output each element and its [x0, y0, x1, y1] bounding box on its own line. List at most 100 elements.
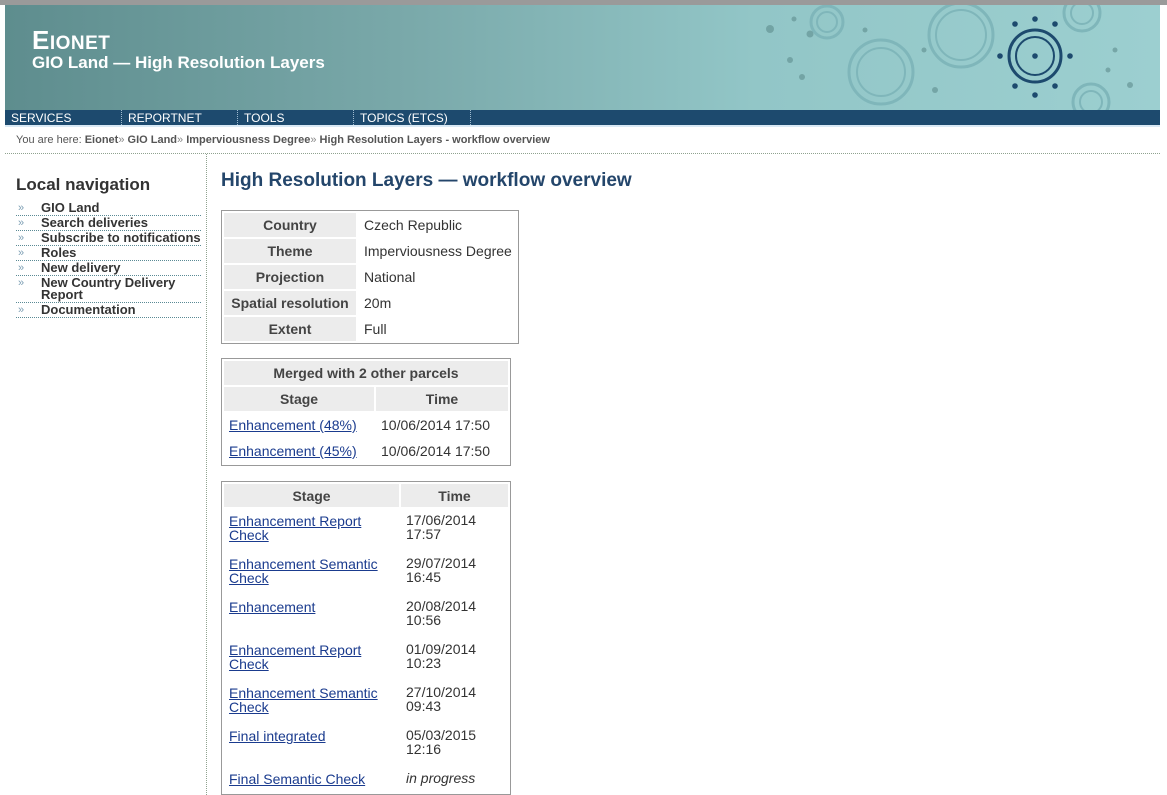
stage-time: 29/07/2014 16:45 — [401, 552, 508, 593]
local-nav-item[interactable]: » Roles — [16, 246, 201, 261]
table-row: Extent Full — [224, 317, 516, 341]
table-row: Country Czech Republic — [224, 213, 516, 237]
site-header: EIONET GIO Land — High Resolution Layers — [5, 5, 1160, 110]
local-nav-gio-land[interactable]: GIO Land — [41, 200, 100, 215]
breadcrumb-separator: » — [310, 134, 317, 146]
breadcrumb-separator: » — [118, 134, 125, 146]
stage-time: 05/03/2015 12:16 — [401, 724, 508, 765]
stage-link[interactable]: Enhancement (45%) — [229, 443, 357, 459]
stage-clock: 10:23 — [406, 655, 442, 671]
local-nav-new-country-report[interactable]: New Country Delivery Report — [41, 275, 175, 302]
table-row: Enhancement (48%) 10/06/2014 17:50 — [224, 413, 508, 437]
table-row: Projection National — [224, 265, 516, 289]
chevron-right-icon: » — [18, 262, 25, 274]
merged-parcels-box: Merged with 2 other parcels Stage Time En… — [221, 358, 511, 466]
table-row: Enhancement Semantic Check 27/10/2014 09:4… — [224, 681, 508, 722]
info-value: Full — [358, 317, 516, 341]
logo-first-letter: E — [32, 25, 50, 55]
stage-clock: 16:45 — [406, 569, 442, 585]
breadcrumb-separator: » — [177, 134, 184, 146]
parcel-info-box: Country Czech Republic Theme Imperviousnes… — [221, 210, 519, 344]
workflow-stages-box: Stage Time Enhancement Report Check 17/06/… — [221, 481, 511, 795]
breadcrumb-gio-land[interactable]: GIO Land — [128, 134, 178, 146]
chevron-right-icon: » — [18, 304, 25, 316]
merged-caption: Merged with 2 other parcels — [224, 361, 508, 385]
stage-status: in progress — [401, 767, 508, 792]
chevron-right-icon: » — [18, 232, 25, 244]
left-column: Local navigation » GIO Land » Search deliv… — [5, 154, 207, 795]
breadcrumb: You are here: Eionet» GIO Land» Impervio… — [5, 127, 1160, 154]
stage-clock: 09:43 — [406, 698, 442, 714]
local-navigation-title: Local navigation — [16, 175, 151, 194]
stage-link[interactable]: Final Semantic Check — [229, 768, 398, 786]
local-nav-search-deliveries[interactable]: Search deliveries — [41, 215, 148, 230]
chevron-right-icon: » — [18, 277, 25, 289]
column-header-time: Time — [376, 387, 508, 411]
table-row: Enhancement Semantic Check 29/07/2014 16:4… — [224, 552, 508, 593]
info-label: Country — [224, 213, 356, 237]
local-nav-item[interactable]: » Documentation — [16, 303, 201, 318]
local-nav-item[interactable]: » New Country Delivery Report — [16, 276, 201, 303]
local-nav-roles[interactable]: Roles — [41, 245, 76, 260]
table-row: Enhancement (45%) 10/06/2014 17:50 — [224, 439, 508, 463]
local-nav-new-delivery[interactable]: New delivery — [41, 260, 121, 275]
stage-link[interactable]: Enhancement Report Check — [229, 639, 398, 671]
info-label: Extent — [224, 317, 356, 341]
chevron-right-icon: » — [18, 247, 25, 259]
header-circles-decoration — [766, 5, 1133, 110]
stage-link[interactable]: Final integrated — [229, 725, 398, 743]
stage-link[interactable]: Enhancement — [229, 596, 398, 614]
stage-link[interactable]: Enhancement Semantic Check — [229, 682, 398, 714]
merged-parcels-table: Merged with 2 other parcels Stage Time En… — [222, 359, 510, 465]
workflow-stages-table: Stage Time Enhancement Report Check 17/06/… — [222, 482, 510, 794]
info-value: National — [358, 265, 516, 289]
breadcrumb-current: High Resolution Layers - workflow overvi… — [319, 134, 550, 146]
info-value: Czech Republic — [358, 213, 516, 237]
breadcrumb-prefix: You are here: — [16, 134, 82, 146]
info-value: Imperviousness Degree — [358, 239, 516, 263]
stage-clock: 12:16 — [406, 741, 442, 757]
top-navigation-bar: SERVICES REPORTNET TOOLS TOPICS (ETCS) — [5, 110, 1160, 127]
column-header-stage: Stage — [224, 484, 399, 507]
stage-time: 20/08/2014 10:56 — [401, 595, 508, 636]
table-row: Final Semantic Check in progress — [224, 767, 508, 792]
stage-link[interactable]: Enhancement Report Check — [229, 510, 398, 542]
stage-time: 27/10/2014 09:43 — [401, 681, 508, 722]
parcel-info-table: Country Czech Republic Theme Imperviousnes… — [222, 211, 518, 343]
info-label: Theme — [224, 239, 356, 263]
chevron-right-icon: » — [18, 217, 25, 229]
table-row: Theme Imperviousness Degree — [224, 239, 516, 263]
local-nav-documentation[interactable]: Documentation — [41, 302, 136, 317]
local-navigation-list: » GIO Land » Search deliveries » Subscribe … — [16, 201, 201, 318]
page-title: High Resolution Layers — workflow overvi… — [221, 170, 632, 191]
local-nav-item[interactable]: » GIO Land — [16, 201, 201, 216]
table-row: Spatial resolution 20m — [224, 291, 516, 315]
info-label: Spatial resolution — [224, 291, 356, 315]
table-row: Enhancement Report Check 01/09/2014 10:23 — [224, 638, 508, 679]
local-nav-item[interactable]: » Search deliveries — [16, 216, 201, 231]
site-subtitle: GIO Land — High Resolution Layers — [32, 53, 325, 72]
stage-clock: 17:57 — [406, 526, 442, 542]
local-nav-subscribe[interactable]: Subscribe to notifications — [41, 230, 201, 245]
stage-time: 10/06/2014 17:50 — [376, 413, 508, 437]
info-value: 20m — [358, 291, 516, 315]
table-row: Enhancement 20/08/2014 10:56 — [224, 595, 508, 636]
stage-link[interactable]: Enhancement Semantic Check — [229, 553, 398, 585]
info-label: Projection — [224, 265, 356, 289]
local-nav-item[interactable]: » Subscribe to notifications — [16, 231, 201, 246]
stage-time: 01/09/2014 10:23 — [401, 638, 508, 679]
chevron-right-icon: » — [18, 202, 25, 214]
table-header-row: Stage Time — [224, 484, 508, 507]
column-header-stage: Stage — [224, 387, 374, 411]
eionet-logo[interactable]: EIONET — [32, 25, 110, 56]
local-nav-item[interactable]: » New delivery — [16, 261, 201, 276]
column-header-time: Time — [401, 484, 508, 507]
logo-rest: IONET — [49, 33, 111, 54]
stage-link[interactable]: Enhancement (48%) — [229, 417, 357, 433]
stage-clock: 10:56 — [406, 612, 442, 628]
table-row: Enhancement Report Check 17/06/2014 17:57 — [224, 509, 508, 550]
stage-time: 17/06/2014 17:57 — [401, 509, 508, 550]
breadcrumb-eionet[interactable]: Eionet — [85, 134, 119, 146]
table-row: Final integrated 05/03/2015 12:16 — [224, 724, 508, 765]
breadcrumb-imperviousness[interactable]: Imperviousness Degree — [186, 134, 310, 146]
